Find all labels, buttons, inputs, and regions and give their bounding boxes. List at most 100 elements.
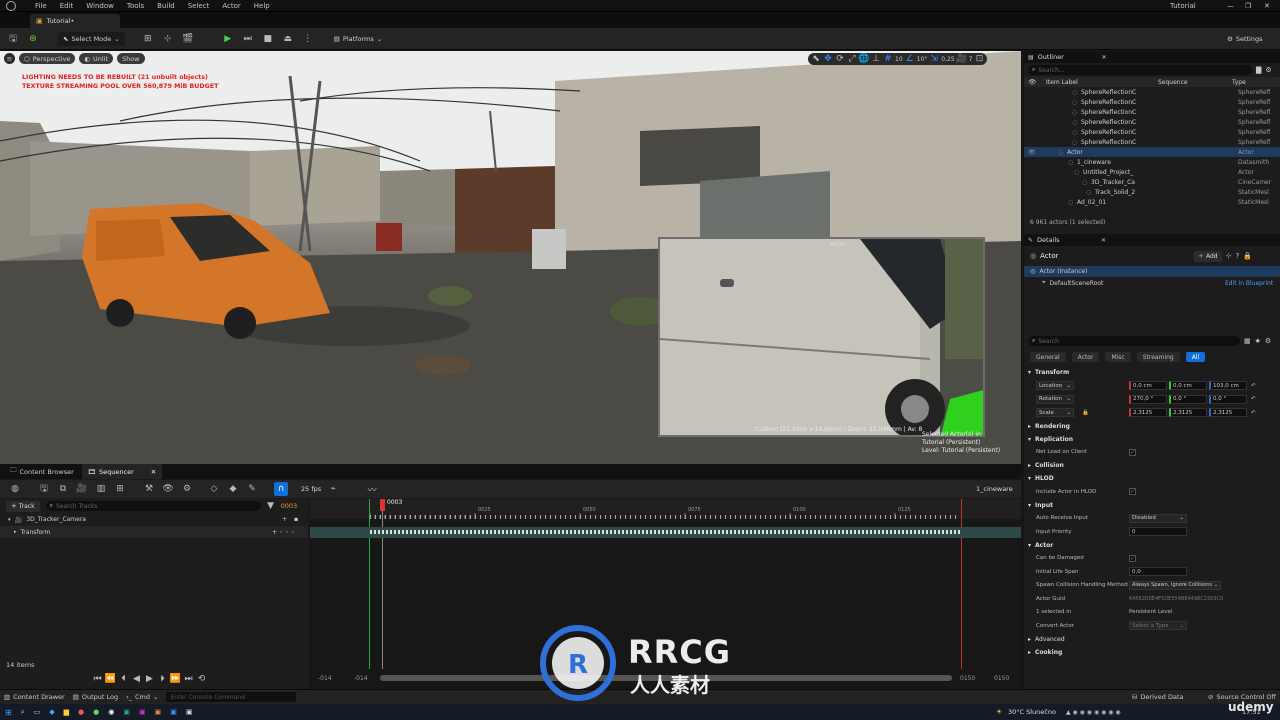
move-tool-icon[interactable]: ✥ (823, 52, 833, 66)
section-transform[interactable]: ▾ Transform (1024, 366, 1280, 379)
outliner-row[interactable]: ◌ 3D_Tracker_Ca CineCamer (1024, 177, 1280, 187)
find-asset-icon[interactable]: ⧉ (56, 482, 70, 496)
world-icon[interactable]: ◍ (8, 482, 22, 496)
add-subtrack-icon[interactable]: + (282, 516, 287, 523)
unreal-logo-icon[interactable] (6, 0, 16, 11)
perspective-button[interactable]: ⬡ Perspective (19, 53, 76, 64)
current-frame[interactable]: 0003 (281, 502, 298, 510)
render-movie-icon[interactable]: 🎥 (75, 482, 89, 496)
outliner-row[interactable]: ◌ Track_Solid_2 StaticMesl (1024, 187, 1280, 197)
loop-icon[interactable]: ⟲ (196, 672, 207, 686)
component-root[interactable]: ⌖ DefaultSceneRoot Edit in Blueprint (1024, 277, 1280, 289)
expand-icon[interactable]: ▸ (14, 529, 17, 535)
jump-start-icon[interactable]: ⏮ (92, 672, 103, 686)
select-tool-icon[interactable]: ⬉ (811, 52, 821, 66)
edit-icon[interactable]: ✎ (245, 482, 259, 496)
scale-y-field[interactable]: 2,3125 (1169, 408, 1207, 418)
snap-magnet-icon[interactable]: ∩ (274, 482, 288, 496)
output-log-button[interactable]: ▤ Output Log (73, 693, 118, 701)
location-z-field[interactable]: 103,0 cm (1209, 381, 1247, 391)
location-dropdown[interactable]: Location ⌄ (1036, 381, 1074, 391)
taskbar-app-icon[interactable]: ● (93, 708, 99, 716)
outliner-row[interactable]: ◌ SphereReflectionC SphereRefl (1024, 87, 1280, 97)
taskbar-app-icon[interactable]: ◆ (49, 708, 54, 716)
rotation-dropdown[interactable]: Rotation ⌄ (1036, 394, 1074, 404)
camera-speed-icon[interactable]: 🎥 (956, 52, 967, 66)
actions-icon[interactable]: ⚒ (142, 482, 156, 496)
close-outliner-icon[interactable]: ✕ (1102, 54, 1107, 61)
reset-icon[interactable]: ↶ (1251, 383, 1256, 389)
derived-data-button[interactable]: ⛁ Derived Data (1132, 693, 1184, 701)
playhead-handle[interactable] (380, 499, 385, 511)
range-end[interactable]: 0150 (960, 675, 975, 682)
component-instance[interactable]: ◎ Actor (Instance) (1024, 266, 1280, 277)
camera-speed-value[interactable]: 7 (969, 56, 973, 63)
include-hlod-checkbox[interactable]: ✓ (1129, 488, 1136, 496)
prev-frame-icon[interactable]: ⏴ (118, 672, 129, 686)
level-tab[interactable]: ▣ Tutorial• (30, 14, 120, 28)
outliner-search[interactable]: ⌕ Search... (1028, 65, 1252, 75)
outliner-row[interactable]: 👁 ◌ Actor Actor (1024, 147, 1280, 157)
lock-icon[interactable]: 🔒 (1243, 252, 1252, 260)
menu-edit[interactable]: Edit (60, 2, 74, 10)
taskbar-app-icon[interactable]: ▣ (170, 708, 177, 716)
menu-help[interactable]: Help (254, 2, 270, 10)
range-start-2[interactable]: -014 (354, 675, 368, 682)
outliner-row[interactable]: ◌ SphereReflectionC SphereRefl (1024, 127, 1280, 137)
curve-editor-icon[interactable]: 〰 (365, 482, 379, 496)
minimize-icon[interactable]: — (1227, 2, 1234, 10)
scale-dropdown[interactable]: Scale ⌄ (1036, 408, 1074, 418)
taskbar-app-icon[interactable]: ● (78, 708, 84, 716)
outliner-row[interactable]: ◌ Ad_02_01 StaticMesl (1024, 197, 1280, 207)
menu-window[interactable]: Window (86, 2, 114, 10)
settings-button[interactable]: ⚙ Settings (1222, 32, 1268, 46)
key-interp-icon[interactable]: ◆ (226, 482, 240, 496)
location-y-field[interactable]: 0,0 cm (1169, 381, 1207, 391)
tray-icons[interactable]: ▲ ◉ ◉ ◉ ◉ ◉ ◉ ◉ (1066, 709, 1121, 716)
add-key-icon[interactable]: + ◦ ◦ ◦ (272, 529, 294, 536)
section-rendering[interactable]: ▸ Rendering (1024, 420, 1280, 433)
jump-end-icon[interactable]: ⏭ (183, 672, 194, 686)
windows-start-icon[interactable]: ⊞ (5, 708, 12, 717)
location-x-field[interactable]: 0,0 cm (1129, 381, 1167, 391)
next-frame-icon[interactable]: ⏵ (157, 672, 168, 686)
auto-receive-dropdown[interactable]: Disabled ⌄ (1129, 513, 1187, 523)
playback-options-icon[interactable]: ⚙ (180, 482, 194, 496)
reset-icon[interactable]: ↶ (1251, 410, 1256, 416)
actor-name[interactable]: Actor (1040, 252, 1190, 260)
menu-select[interactable]: Select (188, 2, 210, 10)
filter-tab-actor[interactable]: Actor (1071, 352, 1100, 362)
step-icon[interactable]: ⏭ (241, 32, 255, 46)
timeline-ruler[interactable]: 0025 0050 0075 0100 0125 0003 (310, 499, 1021, 519)
section-advanced[interactable]: ▸ Advanced (1024, 633, 1280, 646)
scale-snap-value[interactable]: 0,25 (941, 56, 954, 63)
tab-sequencer[interactable]: 🎞 Sequencer ✕ (81, 464, 163, 479)
section-collision[interactable]: ▸ Collision (1024, 459, 1280, 472)
content-drawer-button[interactable]: ▥ Content Drawer (4, 693, 65, 701)
outliner-tab[interactable]: ▤ Outliner ✕ (1024, 51, 1280, 63)
camera-preview[interactable]: Actor Custom (22,3mm x 14,0mm) | Zoom: 1… (658, 237, 985, 437)
console-input[interactable]: Enter Console Command (166, 692, 297, 702)
angle-value[interactable]: 10° (917, 56, 928, 63)
filter-icon[interactable]: ▼ (267, 499, 275, 513)
expand-icon[interactable]: ▾ (8, 517, 11, 523)
life-span-field[interactable]: 0,0 (1129, 567, 1187, 577)
surface-snap-icon[interactable]: ⊥ (871, 52, 881, 66)
view-mode-button[interactable]: ◐ Unlit (79, 53, 114, 64)
track-row-transform[interactable]: ▸ Transform + ◦ ◦ ◦ (0, 526, 308, 538)
outliner-row[interactable]: ◌ SphereReflectionC SphereRefl (1024, 117, 1280, 127)
eject-icon[interactable]: ⏏ (281, 32, 295, 46)
lock-scale-icon[interactable]: 🔒 (1082, 410, 1089, 416)
taskbar-app-icon[interactable]: ▣ (186, 708, 193, 716)
snapshot-icon[interactable]: ▥ (94, 482, 108, 496)
scale-x-field[interactable]: 2,3125 (1129, 408, 1167, 418)
level-viewport[interactable]: ≡ ⬡ Perspective ◐ Unlit Show LIGHTING NE… (0, 51, 1021, 464)
transform-keys-icon[interactable]: ⊞ (113, 482, 127, 496)
reverse-icon[interactable]: ◀ (131, 672, 142, 686)
details-tab[interactable]: ✎ Details ✕ (1024, 234, 1280, 246)
camera-lock-icon[interactable]: ⌁ (326, 482, 340, 496)
details-settings-icon[interactable]: ⚙ (1265, 337, 1271, 345)
transform-section[interactable] (310, 527, 1021, 538)
hamburger-icon[interactable]: ≡ (4, 53, 15, 64)
blueprint-icon[interactable]: ⊹ (161, 32, 175, 46)
